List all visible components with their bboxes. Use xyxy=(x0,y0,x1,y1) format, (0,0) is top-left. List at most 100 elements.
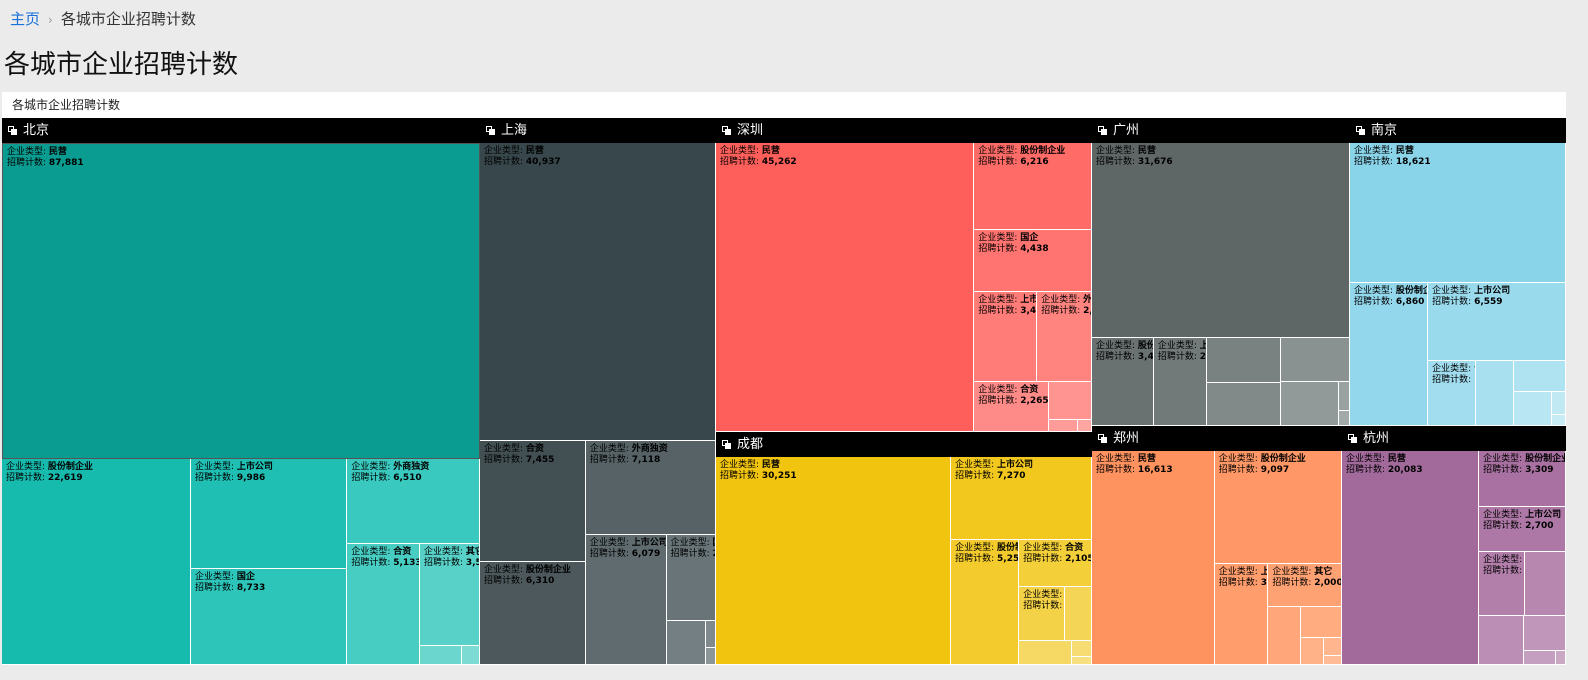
treemap-group[interactable]: 成都 企业类型: 民营 招聘计数: 30,251 企业类型: 上市公司 招聘计数: 7,… xyxy=(716,432,1092,665)
treemap-cell[interactable] xyxy=(1339,381,1350,412)
treemap-cell[interactable]: 企业类型: 股份制企业 招聘计数: 9,097 xyxy=(1214,451,1342,565)
treemap-cell[interactable]: 企业类型: 股份制企业 招聘计数: 6,310 xyxy=(480,562,586,665)
treemap-cell[interactable]: 企业类型: 股份制企业招聘计数: 5,253 xyxy=(951,540,1020,665)
treemap-group-header[interactable]: 杭州 xyxy=(1342,426,1566,451)
treemap-cell[interactable]: 企业类型: 合资招聘计数: 2,000 xyxy=(1479,552,1525,617)
treemap-group[interactable]: 郑州 企业类型: 民营 招聘计数: 16,613 企业类型: 股份制企业 招聘计数: 9… xyxy=(1092,426,1342,665)
treemap-cell[interactable]: 企业类型: 外商独资 招聘计数: 7,118 xyxy=(585,441,716,536)
treemap-cell[interactable]: 企业类型: 合资 招聘计数: 7,455 xyxy=(480,441,586,563)
type-value: 股份制企业 xyxy=(1395,286,1427,297)
treemap-cell[interactable]: 企业类型: 其它 招聘计数: 2,000 xyxy=(1268,564,1342,608)
breadcrumb-separator-icon: › xyxy=(48,13,53,27)
treemap-cell[interactable] xyxy=(706,647,716,665)
treemap-group[interactable]: 北京 企业类型: 民营 招聘计数: 87,881 企业类型: 股份制企业 招聘计数: 2… xyxy=(2,118,480,665)
treemap-cell[interactable] xyxy=(1324,637,1342,656)
treemap-cell[interactable] xyxy=(1339,411,1350,426)
treemap-cell[interactable] xyxy=(1207,337,1282,384)
treemap-cell[interactable] xyxy=(706,621,716,648)
treemap-group-header[interactable]: 北京 xyxy=(2,118,480,143)
treemap-cell[interactable] xyxy=(1551,391,1566,415)
treemap-cell[interactable] xyxy=(461,646,480,665)
treemap-cell[interactable] xyxy=(1019,640,1073,665)
treemap-group-header[interactable]: 成都 xyxy=(716,432,1092,457)
treemap-cell[interactable]: 企业类型: 民营 招聘计数: 87,881 xyxy=(2,143,480,460)
treemap-group[interactable]: 广州企业类型: 民营招聘计数: 31,676企业类型: 股份制企业招聘计数: 3… xyxy=(1092,118,1350,426)
count-value: 4,438 xyxy=(1020,244,1049,255)
treemap-cell[interactable]: 企业类型: 股份制企业招聘计数: 3,428 xyxy=(1092,337,1154,426)
treemap-cell[interactable]: 企业类型: 上市公司 招聘计数: 2,700 xyxy=(1479,506,1566,553)
treemap-cell[interactable]: 企业类型: 国企招聘计数: 2,467 xyxy=(666,535,716,622)
type-caption: 企业类型: xyxy=(1041,295,1084,306)
collapse-icon xyxy=(1356,126,1365,135)
treemap-cell[interactable]: 企业类型: 上市公司招聘计数: 2,974 xyxy=(1153,337,1208,426)
cell-type-label: 企业类型: 民营 xyxy=(1096,146,1345,157)
treemap-cell[interactable]: 企业类型: 国企 招聘计数: 8,733 xyxy=(190,568,348,665)
treemap-cell[interactable]: 企业类型: 上市公司招聘计数: 3,416 xyxy=(1214,564,1269,665)
treemap-cell[interactable] xyxy=(1281,381,1340,426)
treemap-cell[interactable]: 企业类型: 合资 招聘计数: 5,133 xyxy=(347,543,420,665)
treemap-cell[interactable] xyxy=(1524,552,1566,617)
treemap-cell[interactable] xyxy=(1049,420,1078,432)
treemap-cell[interactable]: 企业类型: 股份制企业 招聘计数: 22,619 xyxy=(2,459,191,665)
treemap-cell[interactable]: 企业类型: 股份制企业 招聘计数: 3,309 xyxy=(1479,451,1566,507)
treemap-cell[interactable]: 企业类型: 外商独资 招聘计数: 6,510 xyxy=(347,459,480,544)
treemap-cell[interactable]: 企业类型: 股份制企业招聘计数: 6,860 xyxy=(1350,283,1429,426)
treemap-cell[interactable]: 企业类型: 民营 招聘计数: 40,937 xyxy=(480,143,716,442)
treemap-cell[interactable]: 企业类型: 合资招聘计数: 1,934 xyxy=(1428,360,1477,426)
breadcrumb-home-link[interactable]: 主页 xyxy=(10,10,40,28)
treemap-cell[interactable]: 企业类型: 上市公司 招聘计数: 9,986 xyxy=(190,459,348,569)
treemap-cell[interactable] xyxy=(1513,391,1552,426)
treemap-cell[interactable]: 企业类型: 民营 招聘计数: 45,262 xyxy=(716,143,975,432)
treemap-cell[interactable] xyxy=(1064,587,1092,641)
treemap-cell[interactable] xyxy=(1207,383,1282,426)
treemap-cell[interactable]: 企业类型: 上市公司招聘计数: 3,421 xyxy=(974,292,1038,383)
treemap-cell[interactable]: 企业类型: 合资 招聘计数: 2,105 xyxy=(1019,540,1092,588)
treemap-group-header[interactable]: 郑州 xyxy=(1092,426,1342,451)
treemap-group[interactable]: 南京企业类型: 民营招聘计数: 18,621企业类型: 股份制企业招聘计数: 6… xyxy=(1350,118,1566,426)
treemap-group-header[interactable]: 深圳 xyxy=(716,118,1092,143)
treemap-cell[interactable] xyxy=(1268,607,1302,665)
treemap-cell[interactable]: 企业类型: 国企招聘计数: 1,500 xyxy=(1019,587,1065,641)
treemap-cell[interactable]: 企业类型: 外商独资招聘计数: 2,980 xyxy=(1037,292,1092,383)
cell-count-label: 招聘计数: 7,270 xyxy=(955,471,1087,482)
treemap-group[interactable]: 上海 企业类型: 民营 招聘计数: 40,937 企业类型: 合资 招聘计数: 7,45… xyxy=(480,118,716,665)
treemap-cell[interactable]: 企业类型: 民营 招聘计数: 18,621 xyxy=(1350,143,1566,284)
treemap-cell[interactable]: 企业类型: 上市公司 招聘计数: 6,079 xyxy=(585,535,667,665)
treemap-cell[interactable] xyxy=(1049,382,1092,421)
treemap-cell[interactable]: 企业类型: 其它招聘计数: 3,591 xyxy=(419,543,480,647)
treemap-cell[interactable] xyxy=(1281,337,1350,382)
treemap-cell[interactable]: 企业类型: 上市公司 招聘计数: 7,270 xyxy=(951,457,1092,541)
treemap-cell[interactable] xyxy=(1513,360,1566,392)
treemap-cell[interactable] xyxy=(1551,414,1566,426)
count-value: 3,591 xyxy=(465,557,479,568)
treemap-group-header[interactable]: 广州 xyxy=(1092,118,1350,143)
treemap-cell[interactable] xyxy=(1072,656,1092,665)
treemap-cell[interactable] xyxy=(1555,651,1566,665)
treemap-cell[interactable]: 企业类型: 民营 招聘计数: 31,676 xyxy=(1092,143,1350,338)
treemap-group[interactable]: 深圳 企业类型: 民营 招聘计数: 45,262 企业类型: 股份制企业 招聘计数: 6… xyxy=(716,118,1092,432)
treemap-cell[interactable]: 企业类型: 国企 招聘计数: 4,438 xyxy=(974,230,1092,293)
treemap-cell[interactable] xyxy=(1077,420,1092,432)
treemap-cell[interactable] xyxy=(419,646,462,665)
treemap-cell[interactable] xyxy=(1301,637,1325,665)
treemap-cell[interactable] xyxy=(1476,360,1514,426)
treemap-group-header[interactable]: 上海 xyxy=(480,118,716,143)
treemap-cell[interactable]: 企业类型: 民营 招聘计数: 30,251 xyxy=(716,457,952,665)
count-caption: 招聘计数: xyxy=(720,471,762,481)
treemap-cell[interactable]: 企业类型: 民营 招聘计数: 20,083 xyxy=(1342,451,1480,665)
cell-count-label: 招聘计数: 2,000 xyxy=(1483,566,1522,577)
treemap-group-header[interactable]: 南京 xyxy=(1350,118,1566,143)
type-value: 上市公司 xyxy=(631,538,667,549)
treemap-cell[interactable] xyxy=(1301,607,1342,638)
treemap-cell[interactable] xyxy=(1524,651,1556,665)
treemap-cell[interactable] xyxy=(1072,640,1092,657)
treemap-cell[interactable]: 企业类型: 民营 招聘计数: 16,613 xyxy=(1092,451,1215,665)
treemap-cell[interactable] xyxy=(666,621,707,665)
treemap-cell[interactable] xyxy=(1479,616,1525,665)
treemap-cell[interactable]: 企业类型: 股份制企业 招聘计数: 6,216 xyxy=(974,143,1092,231)
treemap-group[interactable]: 杭州 企业类型: 民营 招聘计数: 20,083 企业类型: 股份制企业 招聘计数: 3… xyxy=(1342,426,1566,665)
treemap-cell[interactable]: 企业类型: 上市公司 招聘计数: 6,559 xyxy=(1428,283,1566,361)
treemap-cell[interactable] xyxy=(1524,616,1566,652)
treemap-cell[interactable] xyxy=(1324,655,1342,665)
treemap-cell[interactable]: 企业类型: 合资 招聘计数: 2,265 xyxy=(974,382,1050,432)
